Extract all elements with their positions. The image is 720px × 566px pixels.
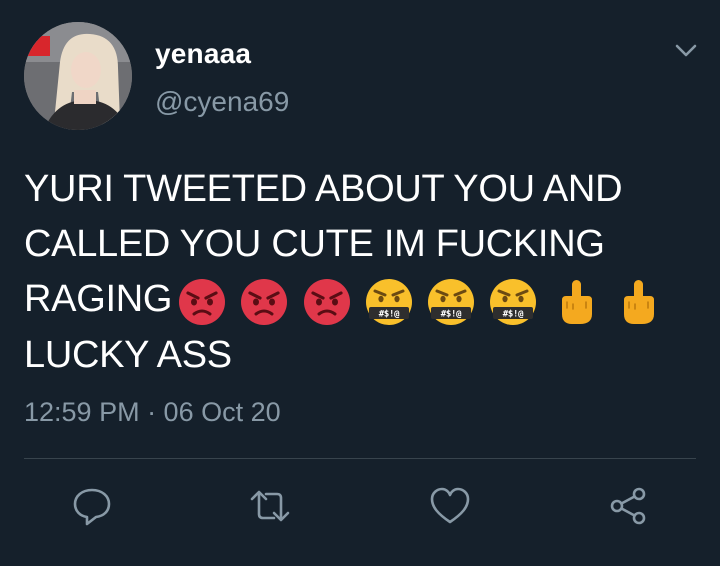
- share-icon: [610, 487, 646, 525]
- divider: [24, 458, 696, 459]
- timestamp[interactable]: 12:59 PM · 06 Oct 20: [24, 397, 281, 428]
- more-options-button[interactable]: [672, 40, 700, 62]
- user-handle[interactable]: @cyena69: [155, 86, 289, 118]
- tweet-line-3: RAGING #$!@ #$!@ #$!@: [24, 272, 704, 328]
- middle-finger-icon: [561, 280, 592, 325]
- reply-button[interactable]: [70, 484, 114, 528]
- tweet-line-3-text: RAGING: [24, 278, 173, 320]
- tweet-line-4: LUCKY ASS: [24, 334, 232, 377]
- retweet-icon: [250, 490, 290, 522]
- svg-text:#$!@: #$!@: [503, 310, 524, 320]
- angry-face-icon: [179, 279, 226, 326]
- angry-face-icon: [303, 279, 350, 326]
- angry-face-icon: [241, 279, 288, 326]
- like-button[interactable]: [428, 484, 472, 528]
- middle-finger-icon: [623, 280, 654, 325]
- svg-text:#$!@: #$!@: [441, 310, 462, 320]
- cursing-face-icon: #$!@: [490, 279, 537, 326]
- reply-icon: [73, 488, 111, 526]
- chevron-down-icon: [675, 44, 697, 57]
- share-button[interactable]: [606, 484, 650, 528]
- tweet-line-2: CALLED YOU CUTE IM FUCKING: [24, 223, 605, 265]
- tweet-line-1: YURI TWEETED ABOUT YOU AND: [24, 168, 623, 210]
- cursing-face-icon: #$!@: [428, 279, 475, 326]
- tweet-text: YURI TWEETED ABOUT YOU AND CALLED YOU CU…: [24, 162, 704, 383]
- display-name[interactable]: yenaaa: [155, 38, 251, 70]
- emoji-row: #$!@ #$!@ #$!@: [176, 273, 664, 328]
- retweet-button[interactable]: [248, 484, 292, 528]
- cursing-face-icon: #$!@: [365, 279, 412, 326]
- svg-text:#$!@: #$!@: [379, 310, 400, 320]
- avatar-photo: [24, 22, 132, 130]
- avatar[interactable]: [24, 22, 132, 130]
- like-icon: [430, 487, 470, 524]
